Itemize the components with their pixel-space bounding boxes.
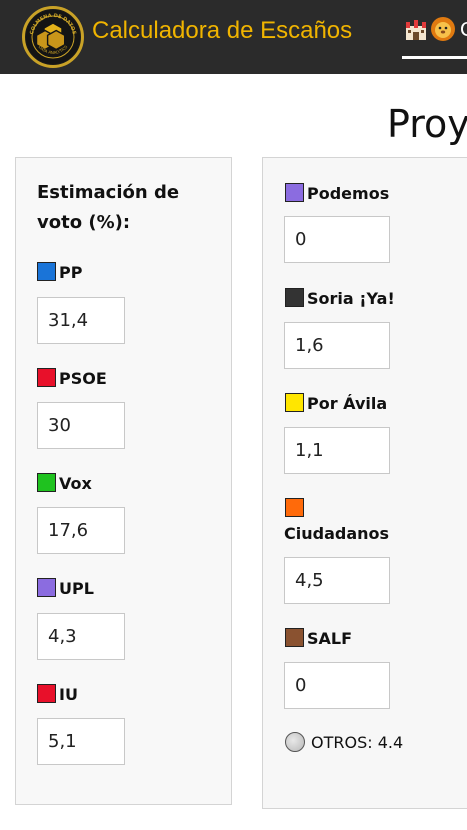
party-color-swatch xyxy=(37,684,56,703)
party-label-pp: PP xyxy=(37,262,82,284)
party-color-swatch xyxy=(285,628,304,647)
party-label-podemos: Podemos xyxy=(285,183,389,205)
nav-item-partial[interactable]: C xyxy=(460,16,467,44)
others-label: OTROS: 4.4 xyxy=(311,733,404,752)
party-label-upl: UPL xyxy=(37,578,94,600)
party-color-swatch xyxy=(37,368,56,387)
party-label-salf: SALF xyxy=(285,628,352,650)
vote-input-salf[interactable] xyxy=(284,662,390,709)
party-name: PSOE xyxy=(59,369,107,388)
party-name: SALF xyxy=(307,629,353,648)
bee-honeycomb-logo-icon[interactable]: COLMENA DE DATOS DATA ANALYTICS xyxy=(22,6,84,68)
party-name: Por Ávila xyxy=(307,394,388,413)
party-name: Vox xyxy=(59,474,92,493)
vote-input-iu[interactable] xyxy=(37,718,125,765)
vote-input-pp[interactable] xyxy=(37,297,125,344)
section-heading: Estimación de voto (%): xyxy=(37,182,180,233)
party-name: PP xyxy=(59,263,83,282)
app-title[interactable]: Calculadora de Escaños xyxy=(92,14,352,48)
page-title: Proy xyxy=(387,102,467,146)
party-color-swatch xyxy=(37,262,56,281)
vote-estimate-card-left: Estimación de voto (%): PP PSOE Vox UPL … xyxy=(15,157,232,805)
vote-input-psoe[interactable] xyxy=(37,402,125,449)
party-label-por-avila: Por Ávila xyxy=(285,393,387,415)
party-name: UPL xyxy=(59,579,94,598)
party-color-swatch xyxy=(37,473,56,492)
party-color-swatch xyxy=(285,393,304,412)
party-color-swatch xyxy=(285,183,304,202)
vote-input-soria-ya[interactable] xyxy=(284,322,390,369)
vote-input-ciudadanos[interactable] xyxy=(284,557,390,604)
castle-icon[interactable] xyxy=(403,16,429,42)
nav-active-indicator xyxy=(402,56,467,59)
vote-input-por-avila[interactable] xyxy=(284,427,390,474)
party-label-ciudadanos: Ciudadanos xyxy=(284,524,390,543)
vote-input-vox[interactable] xyxy=(37,507,125,554)
party-name: Soria ¡Ya! xyxy=(307,289,395,308)
party-color-swatch xyxy=(285,288,304,307)
vote-estimate-card-right: Podemos Soria ¡Ya! Por Ávila Ciudadanos … xyxy=(262,157,467,809)
party-label-soria-ya: Soria ¡Ya! xyxy=(285,288,395,310)
party-label-vox: Vox xyxy=(37,473,92,495)
party-label-psoe: PSOE xyxy=(37,368,107,390)
party-label-iu: IU xyxy=(37,684,78,706)
vote-input-upl[interactable] xyxy=(37,613,125,660)
top-navbar: COLMENA DE DATOS DATA ANALYTICS Calculad… xyxy=(0,0,467,74)
vote-input-podemos[interactable] xyxy=(284,216,390,263)
party-name: Podemos xyxy=(307,184,390,203)
lion-icon[interactable] xyxy=(430,16,456,42)
party-color-swatch xyxy=(285,498,304,517)
party-color-swatch xyxy=(37,578,56,597)
party-name: IU xyxy=(59,685,78,704)
others-total: OTROS: 4.4 xyxy=(285,731,403,755)
others-circle-icon xyxy=(285,732,305,752)
